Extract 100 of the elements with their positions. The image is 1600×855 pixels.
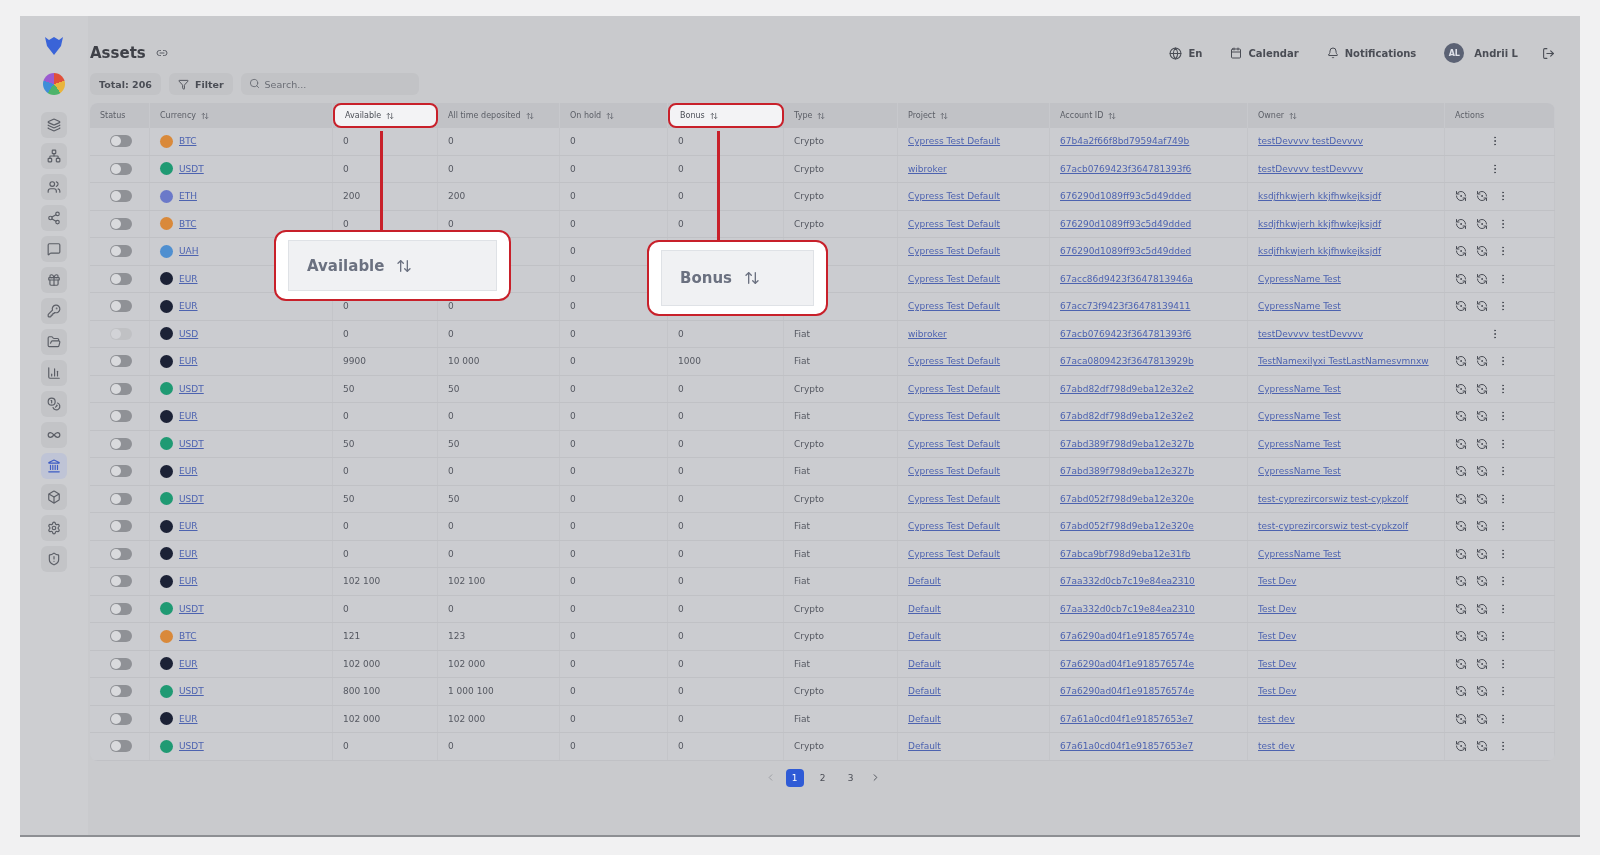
refresh-icon[interactable] [1476,520,1488,533]
refresh-icon[interactable] [1476,740,1488,753]
project-link[interactable]: Default [908,631,941,642]
account-link[interactable]: 67a61a0cd04f1e91857653e7 [1060,741,1194,752]
column-header[interactable]: Type [784,103,898,128]
highlighted-column-header[interactable]: Bonus [668,103,784,128]
project-link[interactable]: Default [908,741,941,752]
account-link[interactable]: 67abca9bf798d9eba12e31fb [1060,548,1191,559]
owner-link[interactable]: Test Dev [1258,576,1297,587]
sidebar-item[interactable] [41,174,67,200]
refresh-icon[interactable] [1455,245,1467,258]
sidebar-item[interactable] [41,484,67,510]
refresh-icon[interactable] [1455,300,1467,313]
refresh-icon[interactable] [1455,410,1467,423]
refresh-icon[interactable] [1476,355,1488,368]
status-toggle[interactable] [110,547,132,560]
owner-link[interactable]: TestNamexilyxi TestLastNamesvmnxw [1258,356,1429,367]
project-link[interactable]: Cypress Test Default [908,383,1001,394]
owner-link[interactable]: test dev [1258,741,1295,752]
account-link[interactable]: 67aca0809423f3647813929b [1060,356,1194,367]
currency-link[interactable]: BTC [179,631,197,642]
owner-link[interactable]: CypressName Test [1258,466,1341,477]
sidebar-item[interactable] [41,205,67,231]
refresh-icon[interactable] [1476,685,1488,698]
owner-link[interactable]: test dev [1258,713,1295,724]
currency-link[interactable]: USDT [179,163,204,174]
refresh-icon[interactable] [1455,520,1467,533]
status-toggle[interactable] [110,437,132,450]
status-toggle[interactable] [110,190,132,203]
owner-link[interactable]: Test Dev [1258,686,1297,697]
project-link[interactable]: Cypress Test Default [908,273,1001,284]
project-link[interactable]: Cypress Test Default [908,356,1001,367]
filter-button[interactable]: Filter [168,73,233,95]
refresh-icon[interactable] [1455,685,1467,698]
owner-link[interactable]: testDevvvv testDevvvv [1258,136,1363,147]
link-icon[interactable] [155,47,168,59]
currency-link[interactable]: USDT [179,686,204,697]
currency-link[interactable]: USDT [179,438,204,449]
status-toggle[interactable] [110,245,132,258]
refresh-icon[interactable] [1476,410,1488,423]
account-link[interactable]: 67acb0769423f364781393f6 [1060,163,1192,174]
refresh-icon[interactable] [1476,465,1488,478]
refresh-icon[interactable] [1476,190,1488,203]
currency-link[interactable]: EUR [179,466,198,477]
refresh-icon[interactable] [1476,437,1488,450]
owner-link[interactable]: test-cyprezircorswiz test-cypkzolf [1258,493,1409,504]
status-toggle[interactable] [110,657,132,670]
status-toggle[interactable] [110,575,132,588]
account-link[interactable]: 676290d1089ff93c5d49dded [1060,246,1192,257]
currency-link[interactable]: EUR [179,356,198,367]
project-link[interactable]: wibroker [908,163,947,174]
refresh-icon[interactable] [1455,382,1467,395]
owner-link[interactable]: CypressName Test [1258,438,1341,449]
sidebar-item[interactable] [41,453,67,479]
account-link[interactable]: 67aa332d0cb7c19e84ea2310 [1060,576,1195,587]
refresh-icon[interactable] [1476,217,1488,230]
account-link[interactable]: 67acc86d9423f3647813946a [1060,273,1193,284]
account-link[interactable]: 67abd389f798d9eba12e327b [1060,466,1194,477]
account-link[interactable]: 67a6290ad04f1e918576574e [1060,686,1195,697]
project-link[interactable]: Cypress Test Default [908,191,1001,202]
account-link[interactable]: 676290d1089ff93c5d49dded [1060,191,1192,202]
refresh-icon[interactable] [1455,492,1467,505]
currency-link[interactable]: ETH [179,191,197,202]
sidebar-item[interactable] [41,236,67,262]
project-link[interactable]: Cypress Test Default [908,218,1001,229]
sidebar-item[interactable] [41,329,67,355]
refresh-icon[interactable] [1455,437,1467,450]
account-link[interactable]: 676290d1089ff93c5d49dded [1060,218,1192,229]
sidebar-item[interactable] [41,422,67,448]
refresh-icon[interactable] [1455,712,1467,725]
currency-link[interactable]: EUR [179,548,198,559]
currency-link[interactable]: EUR [179,273,198,284]
account-link[interactable]: 67abd052f798d9eba12e320e [1060,521,1194,532]
status-toggle[interactable] [110,492,132,505]
sidebar-item[interactable] [41,112,67,138]
status-toggle[interactable] [110,520,132,533]
account-link[interactable]: 67a6290ad04f1e918576574e [1060,658,1195,669]
account-link[interactable]: 67aa332d0cb7c19e84ea2310 [1060,603,1195,614]
sidebar-item[interactable] [41,391,67,417]
status-toggle[interactable] [110,602,132,615]
project-link[interactable]: Cypress Test Default [908,493,1001,504]
column-header[interactable]: Owner [1248,103,1445,128]
currency-link[interactable]: EUR [179,713,198,724]
status-toggle[interactable] [110,272,132,285]
account-link[interactable]: 67abd052f798d9eba12e320e [1060,493,1194,504]
project-link[interactable]: Cypress Test Default [908,466,1001,477]
page-button[interactable]: 2 [813,768,832,787]
owner-link[interactable]: CypressName Test [1258,383,1341,394]
language-button[interactable]: En [1169,46,1203,60]
account-link[interactable]: 67abd389f798d9eba12e327b [1060,438,1194,449]
refresh-icon[interactable] [1476,547,1488,560]
account-link[interactable]: 67a6290ad04f1e918576574e [1060,631,1195,642]
status-toggle[interactable] [110,135,132,148]
logout-icon[interactable] [1542,46,1555,60]
owner-link[interactable]: test-cyprezircorswiz test-cypkzolf [1258,521,1409,532]
project-link[interactable]: Default [908,713,941,724]
user-avatar[interactable]: AL [1444,43,1465,63]
notifications-button[interactable]: Notifications [1326,47,1417,59]
column-header[interactable]: Project [898,103,1050,128]
account-link[interactable]: 67abd82df798d9eba12e32e2 [1060,411,1194,422]
